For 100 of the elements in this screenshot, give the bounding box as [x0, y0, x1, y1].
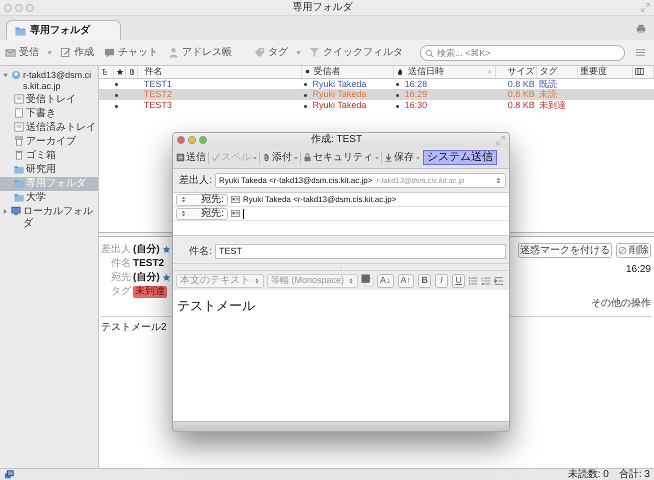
caret-icon: [46, 49, 53, 56]
window-title: 作成: TEST: [310, 134, 364, 146]
compose-toolbar-button[interactable]: 添付: [261, 150, 293, 164]
tag-text: 未到達: [538, 100, 566, 110]
trash-icon: [14, 150, 24, 160]
paperclip-icon[interactable]: [128, 68, 136, 76]
folder-icon: [15, 25, 26, 36]
message-row[interactable]: TEST3 Ryuki Takeda 16:30 0.8 KB 未到達: [99, 100, 654, 112]
unread-count: 未読数: 0: [568, 468, 609, 480]
folder-item[interactable]: ローカルフォルダ: [0, 204, 98, 231]
smaller-button[interactable]: A↓: [377, 274, 394, 288]
caret-icon: [252, 154, 258, 160]
read-status-icon[interactable]: [304, 68, 312, 76]
menu-icon[interactable]: [635, 47, 646, 58]
sort-arrow-icon: [486, 68, 494, 76]
indent-icon[interactable]: [494, 276, 504, 286]
updown-arrow-icon: [495, 177, 502, 184]
star-icon[interactable]: [162, 245, 171, 254]
disclosure-triangle-icon[interactable]: [2, 72, 9, 79]
address-field[interactable]: [231, 208, 244, 218]
field-label: 件名:: [188, 246, 212, 258]
dot-icon: [396, 82, 399, 86]
search-icon: [425, 48, 434, 58]
printer-icon[interactable]: [636, 24, 646, 34]
folder-item[interactable]: 送信済みトレイ: [0, 120, 98, 135]
folder-item[interactable]: アーカイブ: [0, 134, 98, 149]
subject-field[interactable]: TEST: [215, 244, 506, 259]
folder-item[interactable]: ゴミ箱: [0, 148, 98, 163]
field-label: 差出人: [101, 244, 131, 256]
toolbar-button[interactable]: アドレス帳: [165, 46, 235, 60]
document-icon: [176, 153, 185, 162]
updown-arrow-icon: [180, 210, 187, 217]
underline-button[interactable]: U: [452, 274, 466, 288]
fullscreen-icon[interactable]: [496, 136, 505, 144]
column-header[interactable]: 件名: [138, 66, 302, 78]
column-header[interactable]: タグ: [536, 66, 578, 78]
bold-button[interactable]: B: [418, 274, 432, 288]
text-color-icon[interactable]: [361, 274, 374, 287]
folder-item[interactable]: 研究用: [0, 162, 98, 177]
fullscreen-icon[interactable]: [641, 3, 650, 12]
recipient-type-select[interactable]: 宛先:: [176, 194, 228, 206]
down-arrow-icon: [384, 153, 393, 162]
folder-item[interactable]: 受信トレイ: [0, 92, 98, 107]
toolbar-button[interactable]: 受信: [2, 46, 42, 60]
junk-button[interactable]: 迷惑マークを付ける: [518, 243, 612, 258]
folder-tab[interactable]: 専用フォルダ: [6, 20, 121, 40]
recipient-text: Ryuki Takeda: [312, 100, 366, 110]
column-header[interactable]: サイズ: [496, 66, 537, 78]
updown-arrow-icon: [180, 196, 187, 203]
compose-toolbar-button[interactable]: 送信: [175, 150, 207, 164]
size-text: 0.8 KB: [508, 78, 535, 88]
account-icon: [11, 70, 21, 80]
italic-button[interactable]: I: [435, 274, 448, 288]
folder-icon: [14, 192, 24, 202]
subject-text: TEST1: [144, 78, 172, 88]
recipient-type-select[interactable]: 宛先:: [176, 208, 228, 220]
flame-icon[interactable]: [396, 68, 404, 76]
delete-button[interactable]: 削除: [616, 243, 651, 258]
system-send-button[interactable]: システム送信: [423, 150, 497, 166]
toolbar-button[interactable]: クイックフィルタ: [306, 46, 406, 60]
dot-icon: [115, 82, 118, 86]
bullet-list-icon[interactable]: [468, 276, 478, 286]
larger-button[interactable]: A↑: [398, 274, 414, 288]
caret-icon: [295, 49, 302, 56]
disclosure-triangle-icon[interactable]: [2, 208, 9, 215]
field-value: (自分): [133, 244, 160, 256]
caret-icon: [374, 154, 380, 160]
toolbar-button[interactable]: タグ: [251, 46, 291, 60]
tag-text: 既読: [538, 78, 557, 88]
tag-icon: [254, 47, 265, 58]
compose-toolbar-button[interactable]: セキュリティ: [302, 150, 374, 164]
network-icon: [4, 470, 14, 480]
column-picker-icon[interactable]: [635, 67, 644, 76]
tag-label: 未到達: [133, 286, 167, 298]
tag-text: 未読: [538, 89, 557, 100]
envelope-icon: [5, 47, 16, 58]
total-count: 合計: 3: [618, 468, 650, 480]
folder-item[interactable]: 下書き: [0, 106, 98, 121]
computer-icon: [11, 206, 21, 216]
star-icon[interactable]: [116, 68, 124, 76]
recipient-text: Ryuki Takeda: [312, 78, 366, 88]
dot-icon: [115, 94, 118, 97]
message-row[interactable]: TEST1 Ryuki Takeda 16:28 0.8 KB 既読: [99, 78, 654, 90]
toolbar-button[interactable]: チャット: [101, 46, 161, 60]
star-icon[interactable]: [162, 273, 171, 282]
folder-item[interactable]: 大学: [0, 190, 98, 205]
field-value: TEST2: [133, 258, 164, 270]
thread-icon[interactable]: [101, 68, 109, 76]
more-actions-link[interactable]: その他の操作: [591, 298, 651, 310]
search-field[interactable]: 検索... <⌘K>: [420, 44, 625, 60]
folder-item[interactable]: r-takd13@dsm.cis.kit.ac.jp: [0, 69, 98, 93]
address-field[interactable]: Ryuki Takeda <r-takd13@dsm.cis.kit.ac.jp>: [231, 194, 396, 204]
contact-card-icon: [231, 195, 240, 204]
numbered-list-icon[interactable]: [481, 276, 492, 286]
toolbar-button[interactable]: 作成: [57, 46, 97, 60]
compose-toolbar-button[interactable]: 保存: [383, 150, 415, 164]
archive-box-icon: [14, 136, 24, 146]
size-text: 0.8 KB: [508, 89, 535, 100]
column-header[interactable]: 重要度: [578, 66, 633, 78]
checkmark-icon: [211, 153, 220, 162]
